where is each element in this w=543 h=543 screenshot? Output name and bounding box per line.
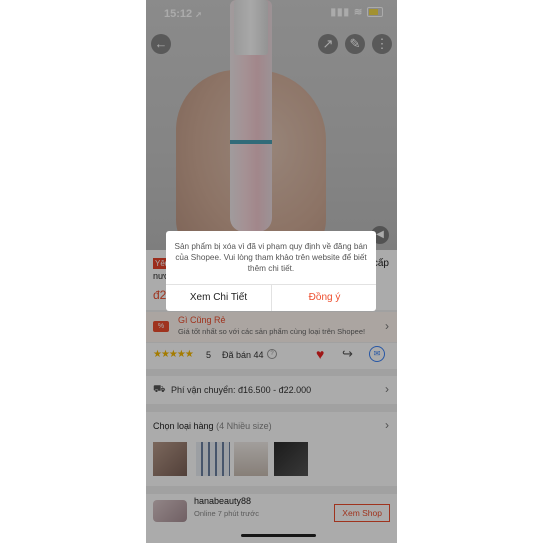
dialog-message: Sản phẩm bị xóa vì đã vi phạm quy định v… bbox=[174, 242, 368, 273]
view-details-button[interactable]: Xem Chi Tiết bbox=[166, 285, 271, 311]
agree-button[interactable]: Đồng ý bbox=[272, 285, 377, 311]
phone-screen: 15:12 ➚ ▮▮▮ ≋ ← ↗ ✎ ⋮ ◀ Yêu nướ cấp đ2 %… bbox=[146, 0, 397, 543]
removed-product-dialog: Sản phẩm bị xóa vì đã vi phạm quy định v… bbox=[166, 231, 376, 311]
